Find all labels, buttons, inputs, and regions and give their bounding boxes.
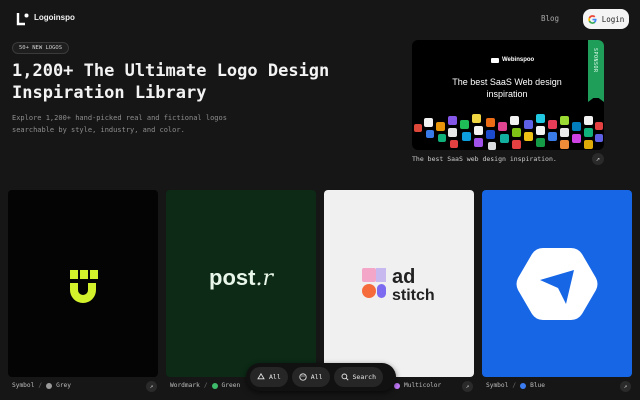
card-1-style[interactable]: Symbol [12,382,34,389]
filter-type-label: All [269,373,281,381]
meta-separator: / [38,382,43,389]
card-2-color[interactable]: Green [222,382,241,389]
card-3-color[interactable]: Multicolor [404,382,441,389]
brand-name[interactable]: Logoinspo [34,13,75,22]
sponsor-app-icons-collage [414,114,603,150]
post-wordmark-glyph: .r [255,266,273,291]
card-1-open-icon[interactable]: ↗ [146,381,157,392]
sponsor-arrow-icon[interactable]: ↗ [592,153,604,165]
shapes-icon [257,373,265,380]
page-subtitle: Explore 1,200+ hand-picked real and fict… [12,114,227,134]
sponsor-ribbon-notch [588,96,604,102]
adstitch-line-1: ad [392,266,415,288]
sponsor-headline: The best SaaS Web design inspiration [452,77,562,99]
sponsor-ribbon-label: SPONSOR [592,48,598,73]
color-dot-icon [46,382,53,389]
sponsor-caption[interactable]: The best SaaS web design inspiration. [412,155,557,163]
lime-symbol-logo [70,270,98,303]
page-title: 1,200+ The Ultimate Logo Design Inspirat… [12,61,330,103]
logoinspo-logo-icon[interactable] [16,12,30,26]
sponsor-card[interactable]: Webinspoo The best SaaS Web design inspi… [412,40,604,150]
top-header: Logoinspo Blog Login [0,0,640,38]
palette-icon [299,373,307,381]
meta-separator: / [512,382,517,389]
logo-card-1[interactable] [8,190,158,377]
search-icon [341,373,349,381]
google-icon [587,14,597,24]
login-label: Login [601,14,625,24]
card-2-style[interactable]: Wordmark [170,382,200,389]
search-button[interactable]: Search [333,367,383,387]
filter-color-label: All [310,373,323,381]
card-4-style[interactable]: Symbol [486,382,508,389]
logo-card-2[interactable]: post.r [166,190,316,377]
card-4-meta: Symbol / Blue [486,382,545,389]
adstitch-logo: ad stitch [362,266,435,304]
filter-bar: All All Search [246,363,396,391]
card-3-meta: Multicolor [394,382,441,389]
post-wordmark-logo: post.r [166,265,316,291]
sponsor-brand: Webinspoo [491,57,534,63]
logo-card-4[interactable] [482,190,632,377]
color-dot-icon [211,382,218,389]
card-4-color[interactable]: Blue [530,382,545,389]
color-dot-icon [520,382,527,389]
color-dot-icon [394,382,400,389]
card-3-open-icon[interactable]: ↗ [462,381,473,392]
card-4-open-icon[interactable]: ↗ [620,381,631,392]
card-1-meta: Symbol / Grey [12,382,71,389]
post-wordmark-text: post [209,265,256,290]
logo-card-3[interactable]: ad stitch [324,190,474,377]
filter-color-button[interactable]: All [291,367,330,387]
login-button[interactable]: Login [583,9,629,29]
sponsor-brand-icon [491,57,499,63]
adstitch-line-2: stitch [392,287,435,304]
nav-blog-link[interactable]: Blog [541,14,559,23]
card-1-color[interactable]: Grey [56,382,71,389]
sponsor-brand-name: Webinspoo [502,57,535,63]
card-2-meta: Wordmark / Green [170,382,240,389]
search-label: Search [352,373,376,381]
blue-hexagon-logo [516,248,598,320]
filter-type-button[interactable]: All [250,367,288,387]
meta-separator: / [203,382,208,389]
new-logos-badge: 50+ NEW LOGOS [12,42,70,54]
